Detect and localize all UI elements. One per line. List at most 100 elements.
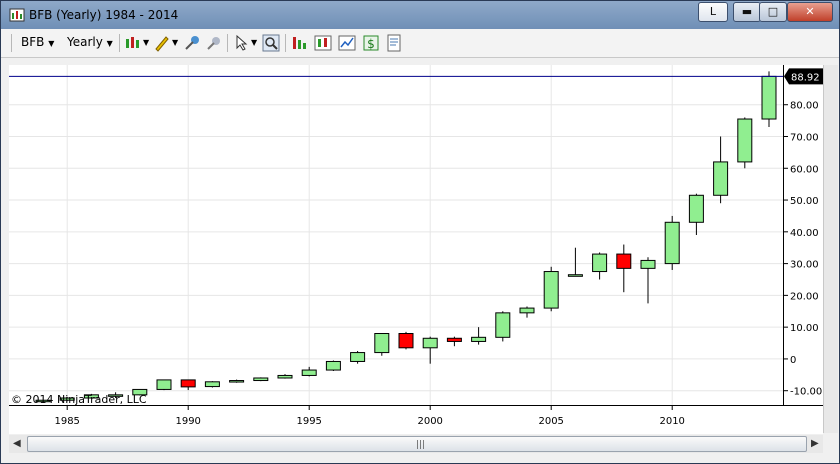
- candle-1999[interactable]: [398, 331, 414, 350]
- candle-body-up: [713, 161, 729, 196]
- y-tick-label: 80.00: [790, 101, 819, 112]
- pin-icon[interactable]: [205, 34, 223, 52]
- toolbar-separator: [119, 34, 120, 52]
- candle-body-up: [156, 379, 172, 390]
- candle-2006[interactable]: [567, 247, 583, 277]
- indicator-icon[interactable]: [314, 34, 332, 52]
- candle-1990[interactable]: [180, 379, 196, 391]
- candle-body-up: [543, 271, 559, 309]
- candlestick-chart[interactable]: [9, 65, 783, 405]
- toolbar-grip: [11, 34, 12, 52]
- bar-style-icon[interactable]: [124, 34, 142, 52]
- chevron-down-icon[interactable]: ▼: [251, 38, 257, 47]
- candle-body-down: [446, 337, 462, 342]
- cursor-icon[interactable]: [233, 34, 251, 52]
- chart-icon[interactable]: [338, 34, 356, 52]
- toolbar-separator: [227, 34, 228, 52]
- x-tick-label: 1985: [54, 416, 79, 427]
- window-title: BFB (Yearly) 1984 - 2014: [29, 8, 179, 22]
- candle-2012[interactable]: [713, 136, 729, 204]
- candle-2007[interactable]: [592, 252, 608, 280]
- candle-2013[interactable]: [737, 117, 753, 169]
- candle-1991[interactable]: [204, 381, 220, 388]
- price-axis-labels: -10.00 0 10.00 20.00 30.00 40.00 50.00 60.00 70.…: [784, 68, 824, 398]
- current-price-label: 88.92: [791, 72, 820, 83]
- candle-2002[interactable]: [471, 327, 487, 345]
- maximize-button[interactable]: □: [759, 2, 787, 22]
- interval-selector[interactable]: Yearly ▼: [67, 35, 113, 49]
- y-tick-label: 30.00: [790, 260, 819, 271]
- y-tick-label: 50.00: [790, 196, 819, 207]
- candle-body-up: [471, 336, 487, 342]
- chevron-down-icon[interactable]: ▼: [172, 38, 178, 47]
- candle-body-up: [229, 380, 245, 383]
- candle-body-up: [567, 274, 583, 277]
- app-icon: [9, 8, 25, 22]
- scroll-right-icon[interactable]: ▶: [811, 438, 819, 449]
- drawing-tool-icon[interactable]: [153, 34, 171, 52]
- candle-1989[interactable]: [156, 379, 172, 391]
- interval-label: Yearly: [67, 35, 103, 49]
- current-price-marker: 88.92: [784, 68, 824, 85]
- title-bar[interactable]: BFB (Yearly) 1984 - 2014 L ▬ □ ✕: [1, 1, 839, 29]
- strategy-icon[interactable]: [291, 34, 309, 52]
- candle-1996[interactable]: [325, 360, 341, 371]
- candle-1993[interactable]: [253, 377, 269, 382]
- chevron-down-icon[interactable]: ▼: [143, 38, 149, 47]
- x-tick-label: 2010: [659, 416, 684, 427]
- x-tick-label: 2000: [417, 416, 442, 427]
- candle-body-up: [592, 253, 608, 273]
- minimize-button[interactable]: ▬: [733, 2, 761, 22]
- properties-icon[interactable]: [385, 34, 403, 52]
- candle-body-up: [664, 221, 680, 265]
- candle-1998[interactable]: [374, 333, 390, 356]
- candle-2009[interactable]: [640, 257, 656, 304]
- svg-text:$: $: [367, 37, 375, 51]
- scroll-left-icon[interactable]: ◀: [13, 438, 21, 449]
- toolbar-separator: [285, 34, 286, 52]
- time-axis-labels: 1985 1990 1995 2000 2005 2010: [54, 406, 685, 427]
- candle-2001[interactable]: [446, 336, 462, 347]
- time-axis[interactable]: 1985 1990 1995 2000 2005 2010: [9, 405, 823, 434]
- candle-body-down: [616, 253, 632, 269]
- candle-2010[interactable]: [664, 215, 680, 270]
- candle-body-up: [519, 307, 535, 314]
- x-tick-label: 2005: [538, 416, 563, 427]
- candle-body-up: [640, 259, 656, 269]
- candle-1997[interactable]: [350, 350, 366, 364]
- candle-2005[interactable]: [543, 266, 559, 312]
- candle-2004[interactable]: [519, 306, 535, 318]
- candle-body-up: [253, 377, 269, 382]
- close-button[interactable]: ✕: [787, 2, 833, 22]
- chart-window: BFB (Yearly) 1984 - 2014 L ▬ □ ✕ BFB ▼ Y…: [0, 0, 840, 464]
- candle-body-up: [737, 118, 753, 163]
- price-panel[interactable]: © 2014 NinjaTrader, LLC: [9, 65, 783, 406]
- candle-body-up: [374, 333, 390, 354]
- horizontal-scrollbar[interactable]: ◀ ||| ▶: [9, 435, 823, 453]
- candle-1992[interactable]: [229, 379, 245, 383]
- chevron-down-icon: ▼: [106, 39, 113, 48]
- candle-2011[interactable]: [688, 193, 704, 235]
- candle-body-up: [761, 75, 777, 120]
- symbol-selector[interactable]: BFB ▼: [21, 35, 54, 49]
- y-tick-label: 70.00: [790, 132, 819, 143]
- magnet-icon[interactable]: [183, 34, 201, 52]
- candle-1995[interactable]: [301, 366, 317, 377]
- grip-icon: |||: [416, 440, 426, 450]
- candle-2000[interactable]: [422, 336, 438, 364]
- candle-body-up: [422, 337, 438, 349]
- candle-body-up: [325, 360, 341, 371]
- y-tick-label: 60.00: [790, 164, 819, 175]
- vertical-scroll-area: [823, 65, 838, 433]
- money-icon[interactable]: $: [362, 34, 380, 52]
- scrollbar-thumb[interactable]: |||: [27, 436, 807, 452]
- y-tick-label: 0: [790, 355, 796, 366]
- candle-2008[interactable]: [616, 244, 632, 293]
- candle-1994[interactable]: [277, 374, 293, 379]
- candle-2003[interactable]: [495, 311, 511, 342]
- x-tick-label: 1990: [175, 416, 200, 427]
- candle-2014[interactable]: [761, 71, 777, 127]
- link-button[interactable]: L: [698, 2, 728, 22]
- price-axis[interactable]: -10.00 0 10.00 20.00 30.00 40.00 50.00 60.00 70.…: [783, 65, 824, 405]
- zoom-icon[interactable]: [262, 34, 280, 52]
